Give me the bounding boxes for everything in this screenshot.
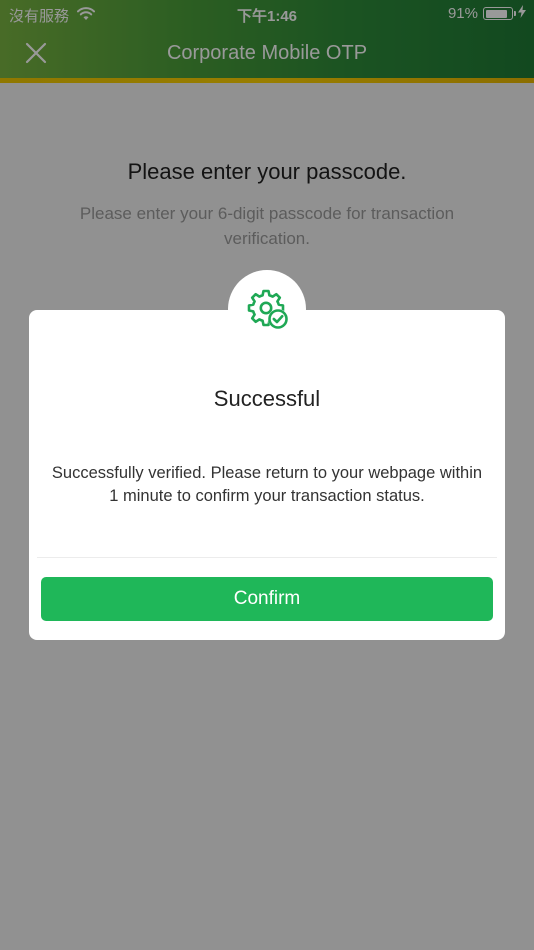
confirm-button[interactable]: Confirm: [41, 577, 493, 621]
gear-check-icon: [247, 289, 288, 329]
app-screen: 沒有服務 下午1:46 91% Corporate Mobile OTP Ple…: [0, 0, 534, 950]
dialog-title: Successful: [213, 386, 321, 411]
success-dialog: Successful Successfully verified. Please…: [29, 310, 505, 640]
dialog-divider: [37, 557, 497, 558]
dialog-message: Successfully verified. Please return to …: [51, 464, 483, 505]
dialog-icon-badge: [228, 270, 306, 348]
